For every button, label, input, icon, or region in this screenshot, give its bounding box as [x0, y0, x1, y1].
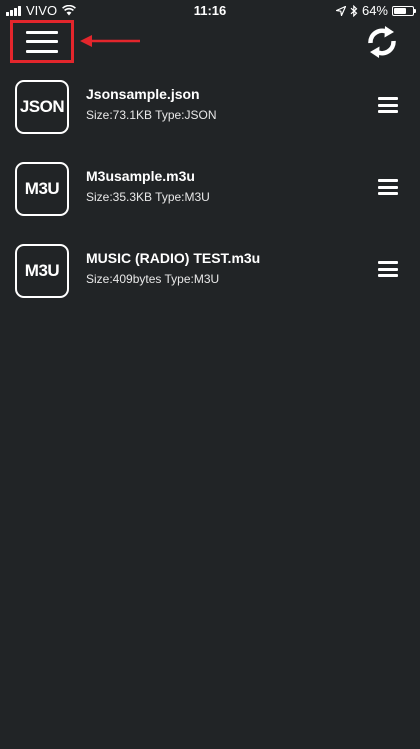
hamburger-menu-icon: [26, 30, 58, 53]
m3u-file-icon: M3U: [15, 162, 69, 216]
item-menu-icon[interactable]: [378, 97, 398, 113]
m3u-file-icon: M3U: [15, 244, 69, 298]
battery-fill: [394, 7, 406, 14]
file-meta: Size:73.1KB Type:JSON: [86, 108, 217, 122]
file-list: JSON Jsonsample.json Size:73.1KB Type:JS…: [0, 74, 420, 320]
menu-button[interactable]: [10, 20, 74, 63]
item-menu-icon[interactable]: [378, 179, 398, 195]
battery-icon: [392, 5, 416, 16]
file-meta: Size:409bytes Type:M3U: [86, 272, 220, 286]
file-name: MUSIC (RADIO) TEST.m3u: [86, 250, 261, 266]
file-meta: Size:35.3KB Type:M3U: [86, 190, 210, 204]
file-name: M3usample.m3u: [86, 168, 195, 184]
annotation-arrow-icon: [80, 35, 140, 47]
file-item[interactable]: M3U MUSIC (RADIO) TEST.m3u Size:409bytes…: [0, 238, 420, 320]
battery-percent: 64%: [361, 3, 388, 18]
file-item[interactable]: JSON Jsonsample.json Size:73.1KB Type:JS…: [0, 74, 420, 156]
status-bar: VIVO 11:16 64%: [0, 0, 420, 20]
status-right: 64%: [335, 3, 416, 18]
file-name: Jsonsample.json: [86, 86, 200, 102]
file-item[interactable]: M3U M3usample.m3u Size:35.3KB Type:M3U: [0, 156, 420, 238]
refresh-button[interactable]: [366, 24, 398, 60]
sync-icon: [368, 26, 396, 58]
app-screen: VIVO 11:16 64% JSON Jsonsample.json Size…: [0, 0, 420, 749]
bluetooth-icon: [350, 4, 358, 17]
json-file-icon: JSON: [15, 80, 69, 134]
item-menu-icon[interactable]: [378, 261, 398, 277]
location-arrow-icon: [335, 5, 346, 16]
